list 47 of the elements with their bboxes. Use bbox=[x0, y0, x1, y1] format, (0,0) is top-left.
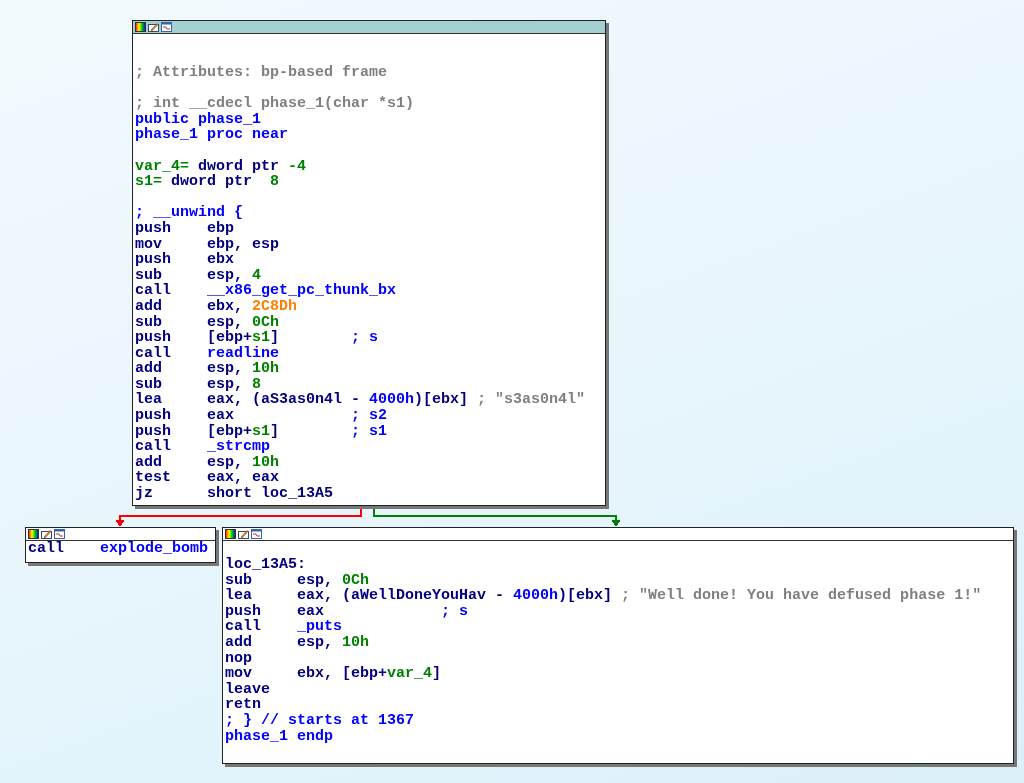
pencil-icon[interactable] bbox=[238, 529, 249, 539]
code-line: mov ebx, [ebp+var_4] bbox=[225, 666, 442, 682]
code-line: s1= dword ptr 8 bbox=[135, 174, 280, 190]
code-line: retn bbox=[225, 697, 261, 713]
code-line: var_4= dword ptr -4 bbox=[135, 158, 307, 175]
code-line: public phase_1 bbox=[135, 111, 262, 128]
code-line: ; } // starts at 1367 bbox=[225, 712, 415, 729]
code-line: phase_1 endp bbox=[225, 728, 334, 745]
code-line: push eax ; s2 bbox=[135, 408, 388, 424]
code-line: call _puts bbox=[225, 619, 343, 635]
pencil-icon[interactable] bbox=[41, 529, 52, 539]
code-line: ; int __cdecl phase_1(char *s1) bbox=[135, 96, 415, 112]
code-line: phase_1 proc near bbox=[135, 127, 289, 143]
color-palette-icon[interactable] bbox=[225, 529, 236, 539]
code-line: push [ebp+s1] ; s1 bbox=[135, 423, 388, 440]
code-line: add esp, 10h bbox=[135, 361, 280, 377]
code-line: jz short loc_13A5 bbox=[135, 486, 334, 502]
code-line: sub esp, 0Ch bbox=[225, 572, 370, 589]
color-palette-icon[interactable] bbox=[135, 22, 146, 32]
code-line: add esp, 10h bbox=[135, 454, 280, 471]
code-line: ; Attributes: bp-based frame bbox=[135, 65, 388, 81]
graph-window-icon[interactable] bbox=[161, 22, 172, 32]
code-line: add esp, 10h bbox=[225, 634, 370, 651]
code-line: sub esp, 0Ch bbox=[135, 314, 280, 331]
code-line: push ebp bbox=[135, 220, 235, 237]
code-line: loc_13A5: bbox=[225, 557, 306, 573]
code-line: sub esp, 4 bbox=[135, 267, 262, 284]
graph-window-icon[interactable] bbox=[54, 529, 65, 539]
code-line: mov ebp, esp bbox=[135, 236, 280, 253]
code-line: ; __unwind { bbox=[135, 205, 244, 221]
graph-window-icon[interactable] bbox=[251, 529, 262, 539]
code-line: push ebx bbox=[135, 252, 235, 268]
code-line: push eax ; s bbox=[225, 603, 469, 620]
code-line: lea eax, (aS3as0n4l - 4000h)[ebx] ; "s3as0n4l" bbox=[135, 392, 586, 409]
code-line: call explode_bomb bbox=[28, 541, 209, 557]
code-line: call readline bbox=[135, 345, 280, 362]
code-line: call __x86_get_pc_thunk_bx bbox=[135, 283, 397, 299]
code-line: call _strcmp bbox=[135, 439, 271, 455]
code-line: lea eax, (aWellDoneYouHav - 4000h)[ebx] ; "Well done! You have defused phase 1!" bbox=[225, 588, 982, 604]
code-line: nop bbox=[225, 650, 252, 667]
code-line: add ebx, 2C8Dh bbox=[135, 298, 298, 315]
color-palette-icon[interactable] bbox=[28, 529, 39, 539]
code-line: push [ebp+s1] ; s bbox=[135, 330, 379, 346]
code-line: leave bbox=[225, 681, 270, 698]
code-line: test eax, eax bbox=[135, 470, 280, 487]
code-line: sub esp, 8 bbox=[135, 376, 262, 393]
pencil-icon[interactable] bbox=[148, 22, 159, 32]
